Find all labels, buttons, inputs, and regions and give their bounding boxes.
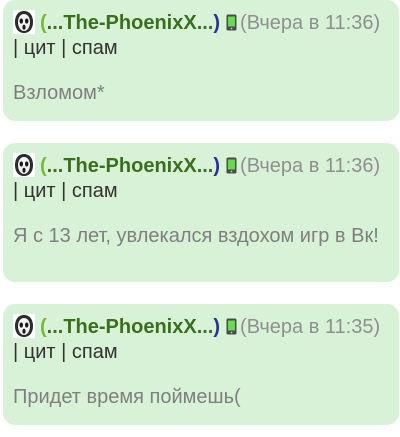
mobile-phone-icon [226, 14, 237, 31]
comment-header: (...The-PhoenixX...) (Вчера в 11:36) | ц… [13, 10, 389, 61]
separator: | [13, 37, 19, 59]
comment-header: (...The-PhoenixX...) (Вчера в 11:35) | ц… [13, 314, 389, 365]
post-timestamp: (Вчера в 11:36) [240, 12, 381, 34]
nick-open-paren: ( [40, 155, 47, 177]
spam-report-link[interactable]: спам [72, 180, 118, 202]
quote-link[interactable]: цит [24, 341, 56, 363]
ghostface-mask-avatar-icon[interactable] [13, 10, 35, 34]
quote-link[interactable]: цит [24, 37, 56, 59]
author-nickname-link[interactable]: (...The-PhoenixX...) [40, 12, 220, 34]
separator: | [61, 37, 67, 59]
author-nickname-link[interactable]: (...The-PhoenixX...) [40, 316, 220, 338]
ghostface-mask-avatar-icon[interactable] [13, 153, 35, 177]
comment-message: Я с 13 лет, увлекался вздохом игр в Вк! [13, 225, 379, 247]
spam-report-link[interactable]: спам [72, 37, 118, 59]
ghostface-mask-avatar-icon[interactable] [13, 314, 35, 338]
separator: | [13, 180, 19, 202]
nick-open-paren: ( [40, 316, 47, 338]
comment-post: (...The-PhoenixX...) (Вчера в 11:35) | ц… [3, 304, 399, 425]
quote-link[interactable]: цит [24, 180, 56, 202]
comment-post: (...The-PhoenixX...) (Вчера в 11:36) | ц… [3, 0, 399, 121]
post-timestamp: (Вчера в 11:36) [240, 155, 381, 177]
separator: | [61, 180, 67, 202]
nick-name: ...The-PhoenixX... [46, 12, 214, 34]
mobile-phone-icon [226, 157, 237, 174]
comment-post: (...The-PhoenixX...) (Вчера в 11:36) | ц… [3, 143, 399, 282]
comment-message: Взломом* [13, 82, 105, 104]
mobile-phone-icon [226, 318, 237, 335]
post-timestamp: (Вчера в 11:35) [240, 316, 381, 338]
comment-feed: (...The-PhoenixX...) (Вчера в 11:36) | ц… [0, 0, 400, 437]
nick-name: ...The-PhoenixX... [46, 155, 214, 177]
nick-name: ...The-PhoenixX... [46, 316, 214, 338]
separator: | [61, 341, 67, 363]
nick-close-paren: ) [213, 155, 221, 177]
comment-header: (...The-PhoenixX...) (Вчера в 11:36) | ц… [13, 153, 389, 204]
separator: | [13, 341, 19, 363]
nick-open-paren: ( [40, 12, 47, 34]
author-nickname-link[interactable]: (...The-PhoenixX...) [40, 155, 220, 177]
nick-close-paren: ) [213, 316, 221, 338]
comment-message: Придет время поймешь( [13, 386, 241, 408]
spam-report-link[interactable]: спам [72, 341, 118, 363]
nick-close-paren: ) [213, 12, 221, 34]
